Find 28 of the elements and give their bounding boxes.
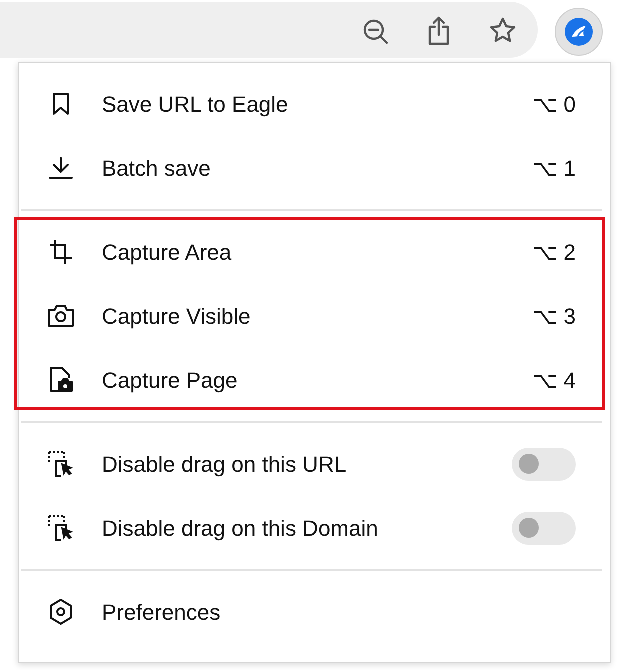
shortcut-label: ⌥ 4 — [532, 366, 576, 394]
shortcut-label: ⌥ 1 — [532, 154, 576, 182]
logo-icon — [564, 17, 594, 47]
drag-select-icon — [48, 515, 74, 541]
star-icon[interactable] — [489, 17, 517, 45]
shortcut-label: ⌥ 0 — [532, 90, 576, 118]
share-icon[interactable] — [427, 16, 451, 46]
menu-item[interactable]: Capture Visible ⌥ 3 — [19, 284, 610, 348]
download-icon — [49, 156, 73, 180]
extension-button[interactable] — [555, 8, 603, 56]
page-camera-icon — [49, 367, 73, 393]
shortcut-label: ⌥ 3 — [532, 302, 576, 330]
menu-item[interactable]: Disable drag on this URL — [19, 432, 610, 496]
toggle-switch[interactable] — [512, 512, 576, 544]
menu-item[interactable]: Save URL to Eagle ⌥ 0 — [19, 72, 610, 136]
crop-icon — [49, 239, 73, 265]
toggle-switch[interactable] — [512, 448, 576, 480]
menu-item[interactable]: Capture Page ⌥ 4 — [19, 348, 610, 412]
menu-item[interactable]: Batch save ⌥ 1 — [19, 136, 610, 200]
drag-select-icon — [48, 451, 74, 477]
menu-item[interactable]: Preferences — [19, 580, 610, 644]
zoom-out-icon[interactable] — [362, 18, 390, 46]
menu-item[interactable]: Capture Area ⌥ 2 — [19, 220, 610, 284]
menu-item[interactable]: Disable drag on this Domain — [19, 496, 610, 560]
shortcut-label: ⌥ 2 — [532, 238, 576, 266]
settings-icon — [49, 599, 73, 625]
bookmark-icon — [52, 92, 70, 116]
camera-icon — [48, 305, 74, 327]
